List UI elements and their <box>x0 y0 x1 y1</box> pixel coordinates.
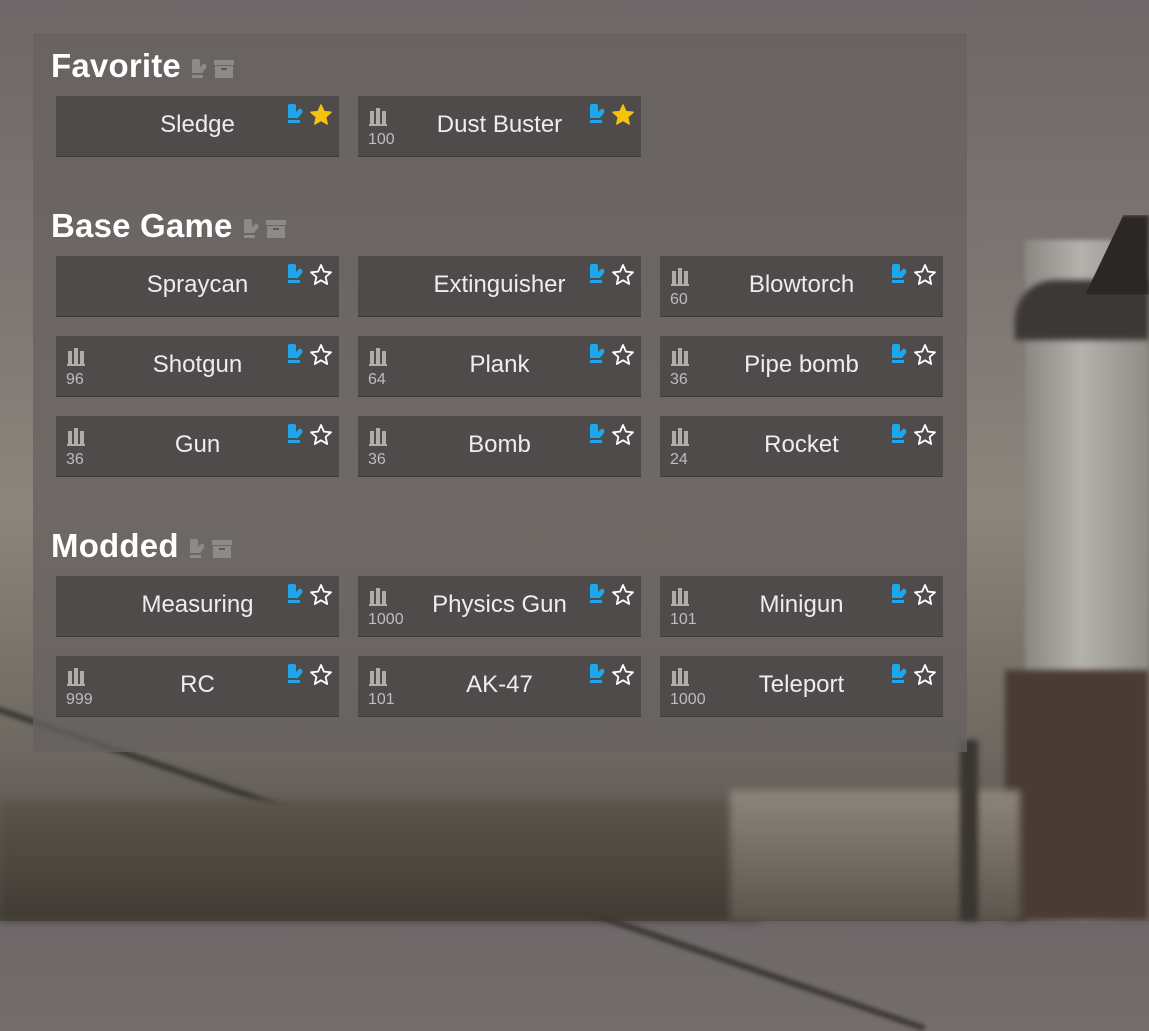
glove-icon[interactable] <box>285 423 305 445</box>
weapon-card[interactable]: 60 Blowtorch <box>660 256 943 317</box>
star-icon[interactable] <box>611 263 635 287</box>
star-icon[interactable] <box>913 583 937 607</box>
star-icon[interactable] <box>913 263 937 287</box>
weapon-card[interactable]: Spraycan <box>56 256 339 317</box>
glove-icon[interactable] <box>285 103 305 125</box>
weapon-card[interactable]: Extinguisher <box>358 256 641 317</box>
section-title: Favorite <box>51 47 181 84</box>
star-icon[interactable] <box>611 583 635 607</box>
section-icons <box>241 218 287 240</box>
weapon-card[interactable]: 24 Rocket <box>660 416 943 477</box>
glove-icon[interactable] <box>285 663 305 685</box>
glove-icon[interactable] <box>285 263 305 285</box>
tool-menu-panel: Favorite Sledge 100 Dust Buster Base Gam… <box>33 33 967 752</box>
section-header-base-game: Base Game <box>51 207 287 245</box>
glove-icon[interactable] <box>241 218 261 240</box>
background-pole <box>960 740 978 921</box>
star-icon[interactable] <box>913 343 937 367</box>
weapon-card[interactable]: 1000 Physics Gun <box>358 576 641 637</box>
star-icon[interactable] <box>611 343 635 367</box>
glove-icon[interactable] <box>587 103 607 125</box>
weapon-card[interactable]: 36 Bomb <box>358 416 641 477</box>
star-icon[interactable] <box>611 103 635 127</box>
section-title: Modded <box>51 527 179 564</box>
weapon-card[interactable]: 101 AK-47 <box>358 656 641 717</box>
glove-icon[interactable] <box>889 343 909 365</box>
star-icon[interactable] <box>309 663 333 687</box>
background-tower-base <box>1005 670 1149 921</box>
glove-icon[interactable] <box>889 663 909 685</box>
glove-icon[interactable] <box>889 423 909 445</box>
box-icon[interactable] <box>265 219 287 239</box>
section-title: Base Game <box>51 207 233 244</box>
box-icon[interactable] <box>213 59 235 79</box>
section-icons <box>187 538 233 560</box>
weapon-card[interactable]: 64 Plank <box>358 336 641 397</box>
glove-icon[interactable] <box>587 423 607 445</box>
glove-icon[interactable] <box>889 263 909 285</box>
glove-icon[interactable] <box>189 58 209 80</box>
weapon-card[interactable]: 36 Pipe bomb <box>660 336 943 397</box>
section-header-modded: Modded <box>51 527 233 565</box>
box-icon[interactable] <box>211 539 233 559</box>
star-icon[interactable] <box>309 423 333 447</box>
glove-icon[interactable] <box>587 263 607 285</box>
glove-icon[interactable] <box>285 583 305 605</box>
glove-icon[interactable] <box>285 343 305 365</box>
star-icon[interactable] <box>309 263 333 287</box>
star-icon[interactable] <box>309 583 333 607</box>
star-icon[interactable] <box>309 343 333 367</box>
background-roof <box>0 800 760 921</box>
glove-icon[interactable] <box>587 663 607 685</box>
weapon-card[interactable]: 1000 Teleport <box>660 656 943 717</box>
weapon-card[interactable]: 101 Minigun <box>660 576 943 637</box>
star-icon[interactable] <box>611 423 635 447</box>
section-icons <box>189 58 235 80</box>
weapon-card[interactable]: Measuring <box>56 576 339 637</box>
star-icon[interactable] <box>309 103 333 127</box>
weapon-card[interactable]: 100 Dust Buster <box>358 96 641 157</box>
glove-icon[interactable] <box>187 538 207 560</box>
weapon-card[interactable]: 36 Gun <box>56 416 339 477</box>
weapon-card[interactable]: 96 Shotgun <box>56 336 339 397</box>
star-icon[interactable] <box>913 663 937 687</box>
star-icon[interactable] <box>611 663 635 687</box>
glove-icon[interactable] <box>587 343 607 365</box>
star-icon[interactable] <box>913 423 937 447</box>
glove-icon[interactable] <box>889 583 909 605</box>
weapon-card[interactable]: 999 RC <box>56 656 339 717</box>
section-header-favorite: Favorite <box>51 47 235 85</box>
weapon-card[interactable]: Sledge <box>56 96 339 157</box>
glove-icon[interactable] <box>587 583 607 605</box>
